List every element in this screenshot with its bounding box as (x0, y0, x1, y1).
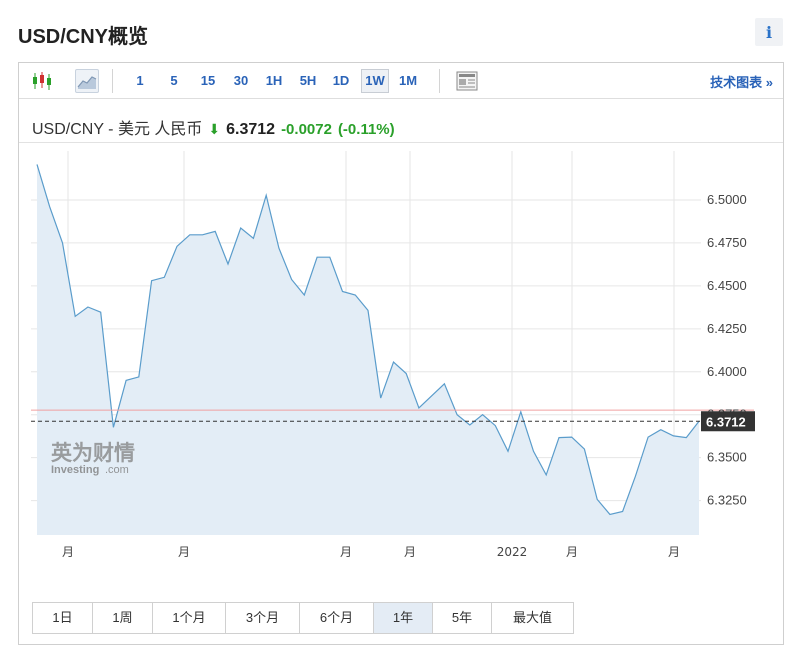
price-area-fill (37, 164, 699, 535)
watermark-logo-suffix: .com (105, 464, 129, 476)
y-tick-label: 6.4500 (707, 278, 747, 293)
range-1m[interactable]: 1个月 (153, 603, 226, 633)
range-1w[interactable]: 1周 (93, 603, 153, 633)
x-tick-label: 月 (178, 545, 190, 559)
range-6m[interactable]: 6个月 (300, 603, 374, 633)
last-price-label: 6.3712 (706, 414, 746, 429)
x-tick-label: 月 (404, 545, 416, 559)
y-tick-label: 6.4250 (707, 321, 747, 336)
range-1y[interactable]: 1年 (374, 603, 433, 633)
range-1d[interactable]: 1日 (33, 603, 93, 633)
chart-widget: 1 5 15 30 1H 5H 1D 1W 1M 技术图表 » USD/CNY … (18, 62, 784, 645)
x-tick-label: 月 (668, 545, 680, 559)
x-tick-label: 月 (340, 545, 352, 559)
y-tick-label: 6.4750 (707, 235, 747, 250)
info-button[interactable]: i (755, 18, 783, 46)
x-tick-label: 月 (62, 545, 74, 559)
range-selector: 1日 1周 1个月 3个月 6个月 1年 5年 最大值 (32, 602, 574, 634)
x-tick-label: 2022 (497, 545, 528, 559)
watermark-logo: 英为财情 (51, 441, 135, 465)
price-chart[interactable]: 6.32506.35006.37506.40006.42506.45006.47… (19, 63, 785, 598)
y-tick-label: 6.4000 (707, 364, 747, 379)
y-tick-label: 6.5000 (707, 192, 747, 207)
range-max[interactable]: 最大值 (492, 603, 573, 633)
watermark-logo-text: Investing (51, 464, 99, 476)
x-tick-label: 月 (566, 545, 578, 559)
y-tick-label: 6.3500 (707, 450, 747, 465)
range-3m[interactable]: 3个月 (226, 603, 300, 633)
page-title: USD/CNY概览 (18, 26, 149, 48)
y-tick-label: 6.3250 (707, 493, 747, 508)
range-5y[interactable]: 5年 (433, 603, 492, 633)
